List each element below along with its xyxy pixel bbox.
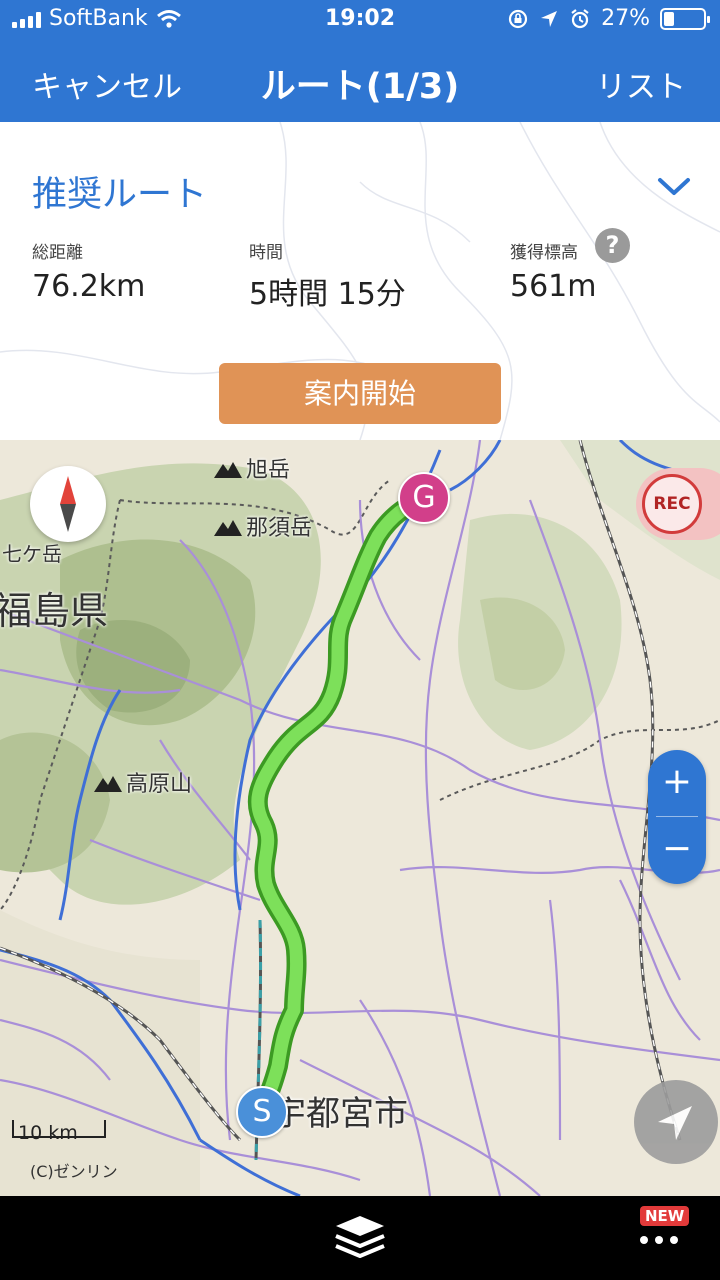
map-label-nasudake: 那須岳 (214, 510, 312, 542)
cancel-button[interactable]: キャンセル (32, 62, 182, 106)
record-label: REC (642, 474, 702, 534)
battery-icon (660, 7, 710, 30)
battery-percent: 27% (601, 6, 650, 31)
route-name: 推奨ルート (32, 175, 208, 215)
start-marker[interactable]: S (236, 1086, 288, 1138)
zoom-in-button[interactable]: + (648, 750, 706, 817)
list-button[interactable]: リスト (596, 62, 686, 106)
navigation-bar: キャンセル ルート(1/3) リスト (0, 40, 720, 122)
time-value: 5時間 15分 (249, 277, 406, 312)
more-icon[interactable] (640, 1236, 678, 1244)
map-label-shichigatake: 七ケ岳 (2, 542, 62, 566)
new-badge: NEW (640, 1206, 690, 1226)
elevation-value: 561m (510, 269, 597, 304)
location-arrow-icon (658, 1106, 692, 1140)
elevation-stat: 獲得標高 561m (510, 238, 596, 304)
mountain-icon (94, 776, 122, 792)
mountain-icon (214, 520, 242, 536)
chevron-down-icon[interactable] (656, 174, 692, 198)
bottom-toolbar: NEW (0, 1196, 720, 1280)
map-view[interactable]: 旭岳 那須岳 七ケ岳 福島県 高原山 宇都宮市 G S REC + − 10 k… (0, 440, 720, 1196)
time-label: 時間 (249, 243, 283, 263)
start-guidance-button[interactable]: 案内開始 (219, 363, 501, 424)
scale-label: 10 km (18, 1122, 78, 1144)
compass-icon (60, 476, 76, 532)
record-button[interactable]: REC (636, 468, 720, 540)
distance-value: 76.2km (32, 269, 146, 304)
time-stat: 時間 5時間 15分 (249, 238, 406, 313)
status-bar: SoftBank 19:02 27% (0, 0, 720, 40)
help-icon[interactable]: ? (595, 228, 630, 263)
mountain-icon (214, 462, 242, 478)
layers-icon[interactable] (332, 1212, 388, 1264)
alarm-icon (571, 8, 589, 28)
map-label-fukushima: 福島県 (0, 589, 109, 633)
goal-marker[interactable]: G (398, 472, 450, 524)
zoom-out-button[interactable]: − (648, 817, 706, 884)
orientation-lock-icon (508, 9, 528, 28)
map-label-asahidake: 旭岳 (214, 452, 290, 484)
map-base (0, 440, 720, 1196)
map-label-takaharayama: 高原山 (94, 766, 192, 798)
distance-stat: 総距離 76.2km (32, 238, 145, 304)
elevation-label: 獲得標高 (510, 243, 578, 263)
current-location-button[interactable] (634, 1080, 718, 1164)
route-info-panel: 推奨ルート 総距離 76.2km 時間 5時間 15分 獲得標高 561m ? … (0, 122, 720, 440)
location-icon (541, 10, 558, 27)
map-label-utsunomiya: 宇都宮市 (272, 1094, 408, 1134)
route-screen: SoftBank 19:02 27% キャンセル ルート(1/3) リスト 推奨… (0, 0, 720, 1280)
distance-label: 総距離 (32, 243, 83, 263)
compass-button[interactable] (30, 466, 106, 542)
zoom-control: + − (648, 750, 706, 884)
map-copyright: (C)ゼンリン (30, 1162, 118, 1181)
